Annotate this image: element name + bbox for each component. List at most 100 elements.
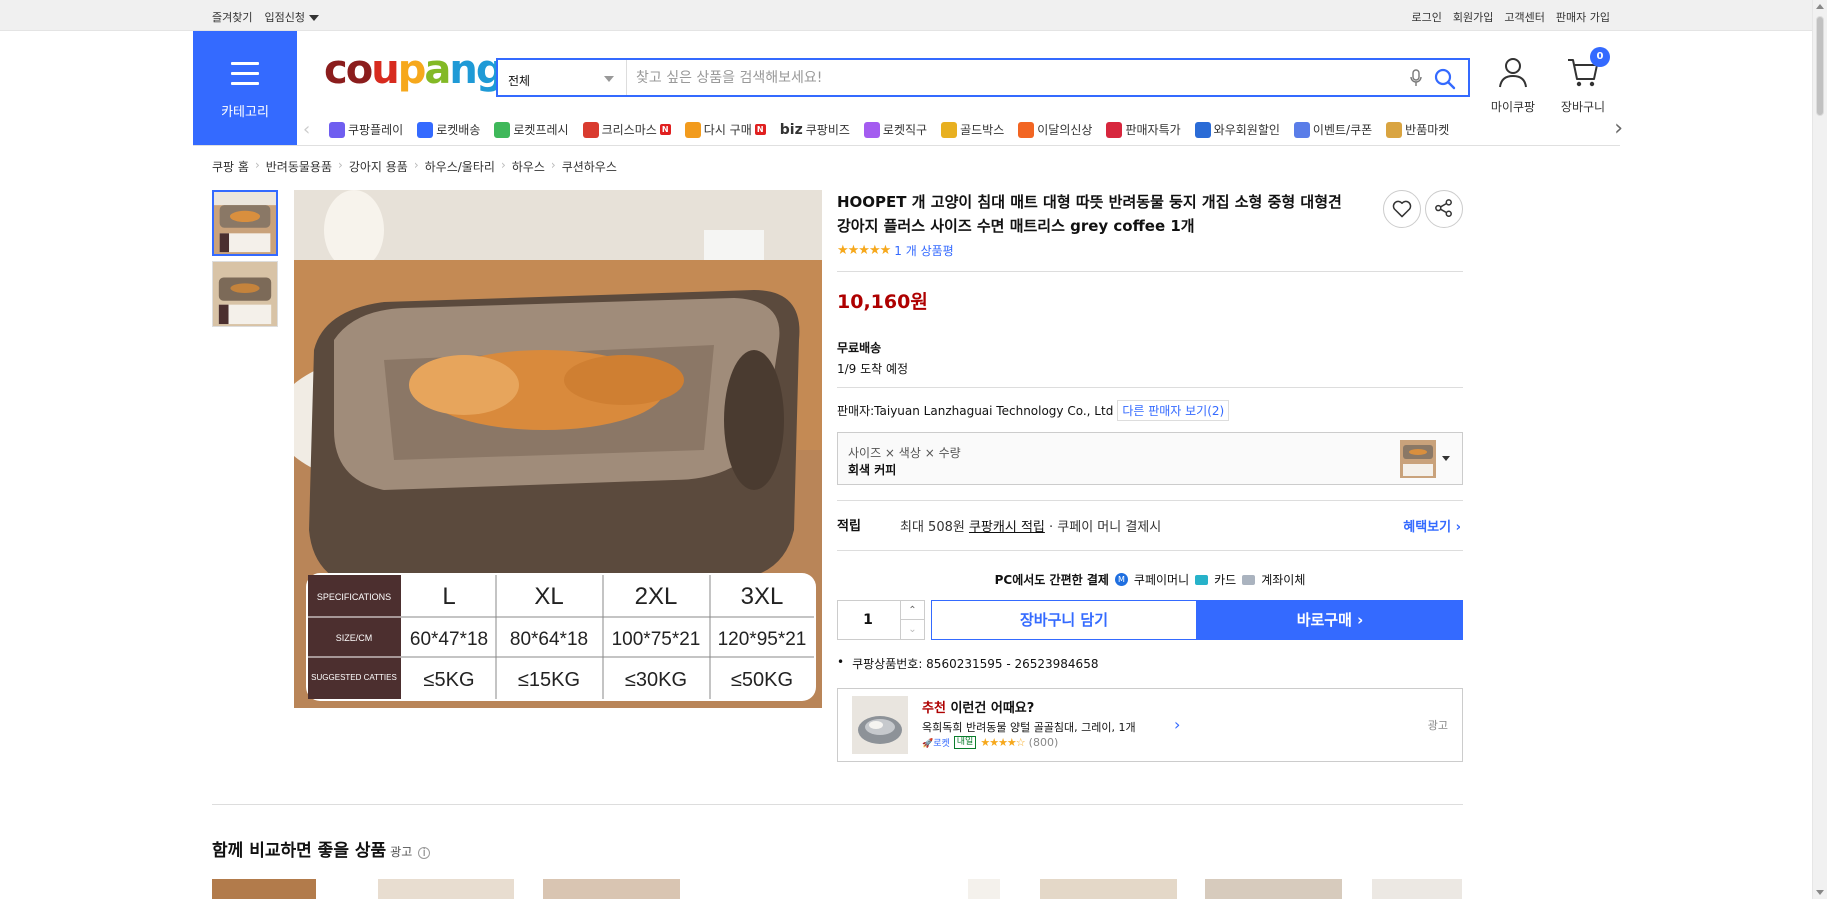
- menu-next-icon[interactable]: ›: [1614, 116, 1623, 141]
- top-utility-bar: 즐겨찾기 입점신청 로그인 회원가입 고객센터 판매자 가입: [0, 0, 1812, 31]
- quantity-down-icon[interactable]: ⌄: [901, 620, 924, 639]
- menu-item-6[interactable]: 로켓직구: [863, 121, 928, 138]
- menu-item-10[interactable]: 와우회원할인: [1194, 121, 1280, 138]
- compare-product-image[interactable]: [1372, 879, 1462, 899]
- search-input[interactable]: [636, 60, 1396, 95]
- cart-button[interactable]: 0 장바구니: [1558, 47, 1610, 115]
- bullet-icon: •: [837, 655, 845, 669]
- search-icon[interactable]: [1434, 68, 1456, 90]
- payment-method: 카드: [1214, 573, 1237, 587]
- menu-item-9[interactable]: 판매자특가: [1106, 121, 1181, 138]
- scrollbar-thumb[interactable]: [1816, 16, 1824, 116]
- menu-item-2[interactable]: 로켓프레시: [494, 121, 569, 138]
- mycoupang-button[interactable]: 마이쿠팡: [1490, 55, 1536, 115]
- quantity-up-icon[interactable]: ⌃: [901, 601, 924, 620]
- breadcrumb-item[interactable]: 하우스: [512, 158, 545, 175]
- menu-item-label: 로켓배송: [436, 123, 481, 137]
- heart-icon: [1392, 200, 1412, 218]
- breadcrumb-item[interactable]: 쿠팡 홈: [212, 158, 249, 175]
- menu-item-7[interactable]: 골드박스: [941, 121, 1004, 138]
- seller-prefix: 판매자:: [837, 404, 875, 418]
- page-scrollbar[interactable]: [1812, 0, 1827, 899]
- coupang-cash-link[interactable]: 쿠팡캐시 적립: [969, 520, 1045, 535]
- bookmark-link[interactable]: 즐겨찾기: [212, 9, 252, 25]
- scroll-down-icon[interactable]: [1816, 890, 1824, 895]
- chevron-right-icon[interactable]: ›: [1174, 715, 1180, 734]
- new-bag-icon: [1018, 121, 1035, 138]
- compare-title-text: 함께 비교하면 좋을 상품: [212, 841, 387, 861]
- option-value: 회색 커피: [848, 463, 897, 477]
- category-button[interactable]: 카테고리: [193, 31, 297, 145]
- menu-item-label: 골드박스: [960, 123, 1005, 137]
- category-label: 카테고리: [221, 105, 269, 120]
- compare-product-image[interactable]: [543, 879, 680, 899]
- wishlist-button[interactable]: [1383, 190, 1421, 228]
- svg-text:80*64*18: 80*64*18: [510, 629, 588, 650]
- purchase-actions: 1 ⌃ ⌄ 장바구니 담기 바로구매 ›: [837, 600, 1463, 640]
- quantity-stepper[interactable]: 1 ⌃ ⌄: [837, 600, 925, 640]
- menu-item-8[interactable]: 이달의신상: [1018, 121, 1092, 138]
- coupang-logo[interactable]: coupang: [324, 50, 504, 90]
- seller-signup-link[interactable]: 판매자 가입: [1556, 9, 1610, 25]
- compare-product-image[interactable]: [212, 879, 316, 899]
- breadcrumb-item[interactable]: 반려동물용품: [266, 158, 332, 175]
- thumbnail-2[interactable]: [212, 261, 278, 327]
- compare-ad-label: 광고: [390, 845, 413, 859]
- divider: [837, 500, 1463, 501]
- share-icon: [1435, 199, 1452, 217]
- breadcrumb-item[interactable]: 강아지 용품: [349, 158, 408, 175]
- seller-row: 판매자: Taiyuan Lanzhaguai Technology Co., L…: [837, 400, 1463, 421]
- seller-apply-dropdown[interactable]: 입점신청: [264, 9, 319, 25]
- rating-row: ★★★★★ 1 개 상품평: [837, 242, 1463, 259]
- share-button[interactable]: [1425, 190, 1463, 228]
- percent-icon: [1106, 121, 1123, 138]
- recommendation-card[interactable]: 추천 이런건 어때요? 옥희독희 반려동물 양털 골골침대, 그레이, 1개 ›…: [837, 688, 1463, 762]
- menu-item-5[interactable]: biz 쿠팡비즈: [780, 121, 850, 138]
- menu-item-label: 이달의신상: [1037, 123, 1093, 137]
- section-divider: [212, 804, 1463, 805]
- compare-product-image[interactable]: [1040, 879, 1177, 899]
- option-header: 사이즈 × 색상 × 수량: [848, 446, 961, 460]
- menu-item-11[interactable]: 이벤트/쿠폰: [1293, 121, 1372, 138]
- main-product-image[interactable]: SPECIFICATIONS L XL 2XL 3XL SIZE/CM 60*4…: [294, 190, 822, 708]
- reward-text: 최대 508원 쿠팡캐시 적립 · 쿠페이 머니 결제시: [900, 516, 1161, 535]
- search-category-select[interactable]: 전체: [498, 60, 627, 95]
- payment-method: 쿠페이머니: [1133, 573, 1190, 587]
- customer-center-link[interactable]: 고객센터: [1504, 9, 1544, 25]
- svg-text:60*47*18: 60*47*18: [410, 629, 488, 650]
- quantity-value[interactable]: 1: [838, 601, 898, 639]
- menu-item-0[interactable]: 쿠팡플레이: [329, 121, 403, 138]
- tomorrow-badge: 내일: [953, 736, 977, 749]
- benefit-link[interactable]: 혜택보기 ›: [1403, 516, 1461, 535]
- review-count-link[interactable]: 1 개 상품평: [894, 242, 953, 259]
- menu-item-1[interactable]: 로켓배송: [417, 121, 480, 138]
- other-sellers-link[interactable]: 다른 판매자 보기(2): [1117, 400, 1230, 421]
- svg-text:≤50KG: ≤50KG: [731, 669, 793, 691]
- shipping-label: 무료배송: [837, 341, 882, 355]
- signup-link[interactable]: 회원가입: [1453, 9, 1493, 25]
- star-rating-icon: ★★★★☆: [980, 736, 1025, 749]
- compare-product-image[interactable]: [968, 879, 1000, 899]
- menu-item-label: 반품마켓: [1405, 123, 1450, 137]
- rocket-label: 로켓: [933, 739, 950, 749]
- menu-item-label: 로켓직구: [882, 123, 928, 137]
- microphone-icon[interactable]: [1408, 69, 1424, 87]
- login-link[interactable]: 로그인: [1412, 9, 1442, 25]
- breadcrumb-item[interactable]: 하우스/울타리: [425, 158, 495, 175]
- scroll-up-icon[interactable]: [1816, 4, 1824, 9]
- svg-text:3XL: 3XL: [741, 583, 784, 610]
- thumbnail-1[interactable]: [212, 190, 278, 256]
- buy-now-button[interactable]: 바로구매 ›: [1197, 600, 1463, 640]
- info-icon[interactable]: i: [418, 847, 431, 859]
- breadcrumb-item[interactable]: 쿠션하우스: [562, 158, 617, 175]
- compare-product-image[interactable]: [378, 879, 514, 899]
- menu-item-3[interactable]: 크리스마스 N: [582, 121, 671, 138]
- menu-item-12[interactable]: 반품마켓: [1386, 121, 1449, 138]
- menu-item-4[interactable]: 다시 구매 N: [684, 121, 766, 138]
- option-selector[interactable]: 사이즈 × 색상 × 수량 회색 커피: [837, 432, 1463, 485]
- add-to-cart-button[interactable]: 장바구니 담기: [931, 600, 1197, 640]
- divider: [837, 387, 1463, 388]
- reward-condition: · 쿠페이 머니 결제시: [1049, 520, 1162, 535]
- compare-product-image[interactable]: [1205, 879, 1342, 899]
- menu-prev-icon[interactable]: ‹: [303, 119, 310, 140]
